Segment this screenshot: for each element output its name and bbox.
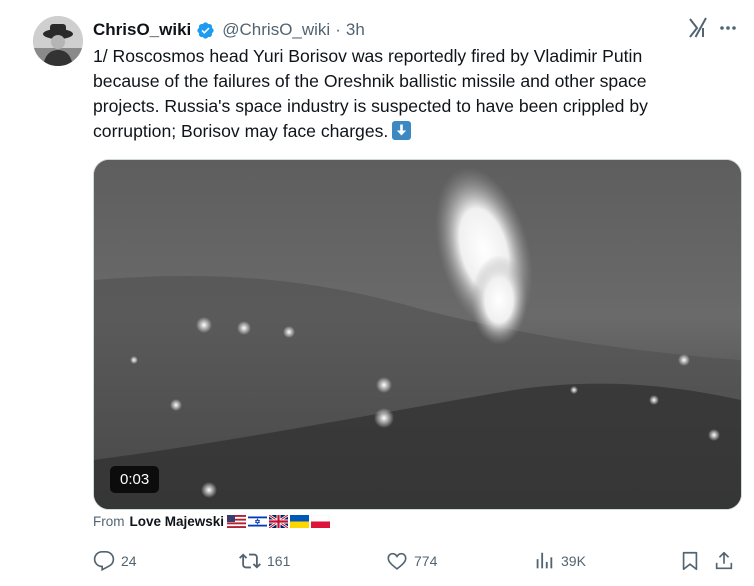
views-chart-icon — [536, 552, 553, 569]
tweet-text-body: 1/ Roscosmos head Yuri Borisov was repor… — [93, 46, 648, 141]
views-button[interactable]: 39K — [533, 550, 586, 572]
attribution-prefix: From — [93, 514, 125, 529]
reply-button[interactable]: 24 — [93, 550, 137, 572]
tweet-actions: 24 161 774 39K — [93, 550, 743, 576]
flag-emojis — [227, 515, 331, 528]
author-name[interactable]: ChrisO_wiki — [93, 20, 191, 40]
grok-icon[interactable] — [686, 16, 710, 40]
poland-flag-icon — [311, 515, 331, 528]
verified-badge-icon — [196, 21, 215, 40]
author-handle[interactable]: @ChrisO_wiki — [222, 20, 330, 40]
views-count: 39K — [561, 553, 586, 569]
video-player[interactable]: 0:03 — [93, 159, 742, 510]
down-arrow-emoji-icon — [392, 121, 412, 140]
tweet-text: 1/ Roscosmos head Yuri Borisov was repor… — [93, 44, 733, 144]
share-button[interactable] — [713, 550, 741, 572]
israel-flag-icon — [248, 515, 268, 528]
reply-count: 24 — [121, 553, 137, 569]
ukraine-flag-icon — [290, 515, 310, 528]
tweet-header: ChrisO_wiki @ChrisO_wiki · 3h — [93, 18, 694, 42]
video-frame — [94, 160, 741, 509]
media-attribution: From Love Majewski — [93, 514, 331, 529]
bookmark-button[interactable] — [679, 550, 707, 572]
us-flag-icon — [227, 515, 247, 528]
uk-flag-icon — [269, 515, 289, 528]
repost-count: 161 — [267, 553, 291, 569]
like-button[interactable]: 774 — [386, 550, 437, 572]
like-count: 774 — [414, 553, 438, 569]
repost-icon — [239, 553, 261, 569]
share-icon — [715, 551, 733, 570]
reply-icon — [93, 551, 115, 572]
avatar-image — [33, 16, 83, 66]
separator-dot: · — [335, 20, 341, 39]
repost-button[interactable]: 161 — [239, 550, 290, 572]
bookmark-icon — [682, 551, 698, 571]
tweet-time[interactable]: 3h — [346, 20, 365, 40]
heart-icon — [387, 552, 407, 570]
attribution-author[interactable]: Love Majewski — [130, 514, 225, 529]
more-options-icon[interactable] — [716, 16, 740, 40]
avatar[interactable] — [33, 16, 83, 66]
video-timestamp: 0:03 — [110, 466, 160, 493]
